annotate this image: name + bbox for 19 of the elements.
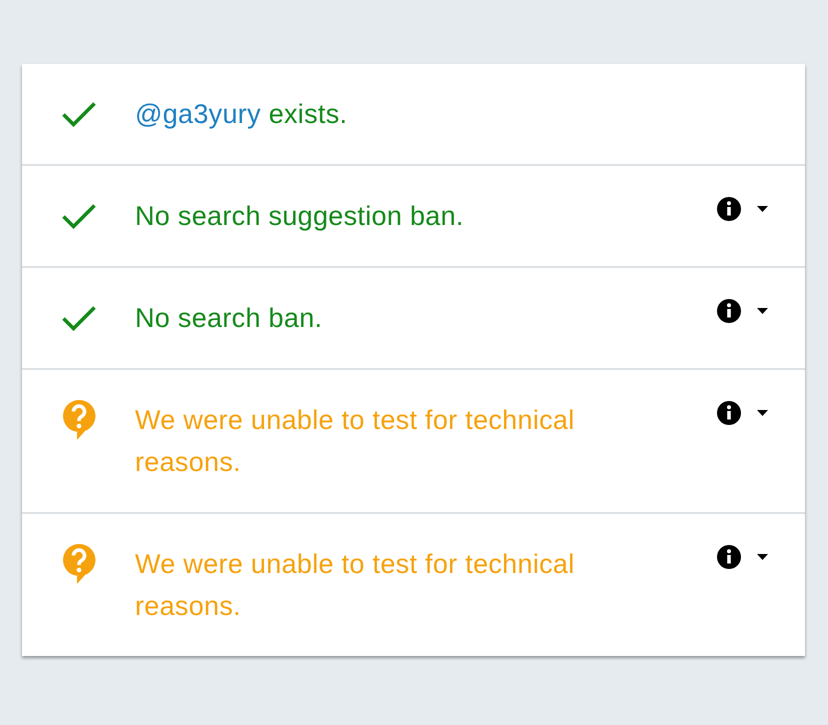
checkmark-icon: [62, 102, 96, 126]
info-icon: [717, 545, 741, 569]
details-toggle[interactable]: [717, 194, 768, 224]
checkmark-icon: [62, 204, 96, 228]
username-link[interactable]: @ga3yury: [135, 99, 261, 129]
question-bubble-icon: [62, 399, 96, 441]
details-toggle[interactable]: [717, 296, 768, 326]
result-message: We were unable to test for technical reasons.: [135, 548, 576, 623]
info-icon: [717, 401, 741, 425]
details-toggle[interactable]: [717, 398, 768, 428]
result-message: @ga3yury exists.: [135, 98, 348, 131]
result-message: No search ban.: [135, 302, 324, 335]
details-toggle[interactable]: [717, 542, 768, 572]
checkmark-icon: [62, 306, 96, 330]
result-message: We were unable to test for technical reasons.: [135, 404, 576, 479]
info-icon: [717, 299, 741, 323]
info-icon: [717, 197, 741, 221]
result-message: No search suggestion ban.: [135, 200, 465, 233]
question-bubble-icon: [62, 543, 96, 585]
